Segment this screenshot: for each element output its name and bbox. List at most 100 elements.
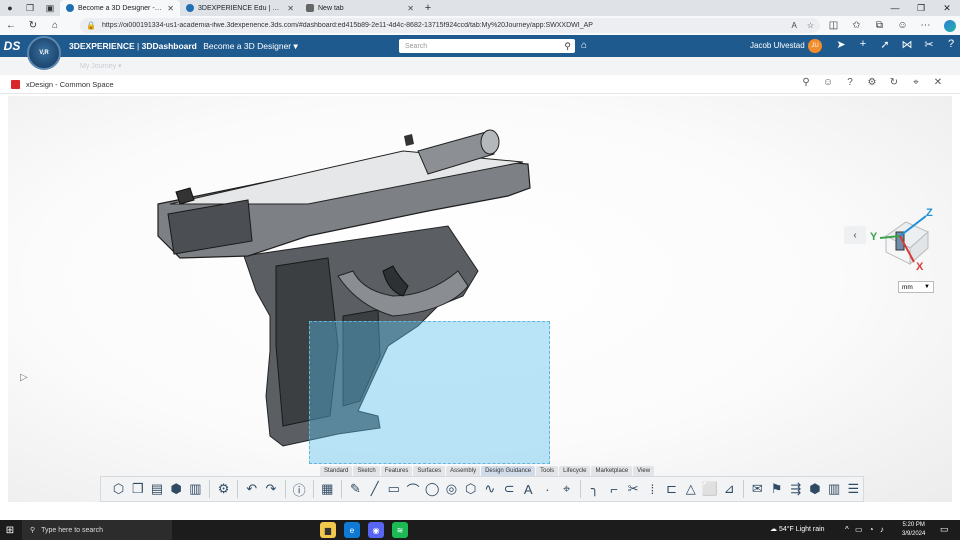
favorites-icon[interactable]: ✩ bbox=[846, 20, 867, 31]
profile-icon[interactable]: ● bbox=[0, 0, 20, 16]
comment-icon[interactable]: ✉ bbox=[748, 479, 767, 499]
arc-icon[interactable]: ⌒ bbox=[403, 479, 422, 499]
fillet-icon[interactable]: ╮ bbox=[585, 479, 604, 499]
tab-actions-icon[interactable]: ▣ bbox=[40, 0, 60, 16]
back-icon[interactable]: ← bbox=[0, 16, 22, 35]
edge-browser-icon[interactable]: e bbox=[344, 522, 360, 538]
panel-expand-icon[interactable]: ▷ bbox=[20, 372, 28, 383]
tools-icon[interactable]: ✂ bbox=[918, 38, 940, 51]
notification-icon[interactable]: ➤ bbox=[830, 38, 852, 51]
refresh-icon[interactable]: ↻ bbox=[883, 77, 905, 88]
table-icon[interactable]: ▥ bbox=[825, 479, 844, 499]
tab-assembly[interactable]: Assembly bbox=[446, 466, 481, 476]
pattern-icon[interactable]: ⁞ bbox=[643, 479, 662, 499]
ellipse-icon[interactable]: ◎ bbox=[442, 479, 461, 499]
refresh-icon[interactable]: ↻ bbox=[22, 16, 44, 35]
windows-start-icon[interactable]: ⊞ bbox=[0, 525, 20, 536]
sketch-icon[interactable]: ✎ bbox=[346, 479, 365, 499]
settings-gear-icon[interactable]: ⚙ bbox=[861, 77, 883, 88]
unit-select[interactable]: mm ▼ bbox=[898, 281, 934, 293]
redo-icon[interactable]: ↷ bbox=[261, 479, 280, 499]
add-icon[interactable]: + bbox=[852, 38, 874, 51]
network-icon[interactable]: ⋈ bbox=[896, 38, 918, 51]
more-icon[interactable]: ⋯ bbox=[915, 20, 936, 31]
dimension-icon[interactable]: ⇶ bbox=[786, 479, 805, 499]
share-icon[interactable]: ➚ bbox=[874, 38, 896, 51]
copilot-icon[interactable] bbox=[944, 19, 956, 32]
tab-marketplace[interactable]: Marketplace bbox=[591, 466, 633, 476]
new-part-icon[interactable]: ⬡ bbox=[109, 479, 128, 499]
tag-icon[interactable]: ⌂ bbox=[581, 40, 587, 51]
taskbar-search-input[interactable]: ⚲ Type here to search bbox=[22, 520, 172, 540]
lock-icon[interactable]: 🔒 bbox=[86, 21, 96, 30]
url-field[interactable]: 🔒 https://oi000191334-us1-academia-ifwe.… bbox=[80, 18, 820, 33]
part-icon[interactable]: ⬢ bbox=[805, 479, 824, 499]
browser-tab[interactable]: 3DEXPERIENCE Edu | Students ✕ bbox=[180, 0, 300, 16]
profile-menu-icon[interactable]: ☺ bbox=[892, 20, 913, 31]
search-icon[interactable]: ⚲ bbox=[564, 41, 571, 52]
spotify-icon[interactable]: ≋ bbox=[392, 522, 408, 538]
text-icon[interactable]: A bbox=[519, 479, 538, 499]
system-tray[interactable]: ^ ▭ ◔ ♪ bbox=[845, 525, 886, 534]
user-icon[interactable]: ☺ bbox=[817, 77, 839, 88]
compass-icon[interactable]: V,R bbox=[27, 36, 61, 70]
read-aloud-icon[interactable]: A bbox=[791, 21, 796, 30]
help-icon[interactable]: ? bbox=[839, 77, 861, 88]
tab-view[interactable]: View bbox=[633, 466, 655, 476]
close-icon[interactable]: ✕ bbox=[287, 4, 294, 13]
undo-icon[interactable]: ↶ bbox=[242, 479, 261, 499]
extrude-icon[interactable]: ⬜ bbox=[700, 479, 719, 499]
cut-icon[interactable]: ✂ bbox=[624, 479, 643, 499]
view-cube[interactable]: Z Y X bbox=[866, 202, 936, 272]
close-icon[interactable]: ✕ bbox=[167, 4, 174, 13]
trim-icon[interactable]: ⌖ bbox=[557, 479, 576, 499]
polygon-icon[interactable]: ⬡ bbox=[461, 479, 480, 499]
mirror-icon[interactable]: ⊿ bbox=[720, 479, 739, 499]
maximize-icon[interactable]: ❐ bbox=[908, 0, 934, 16]
browser-tab[interactable]: New tab ✕ bbox=[300, 0, 420, 16]
new-tab-button[interactable]: + bbox=[420, 2, 436, 14]
help-icon[interactable]: ? bbox=[940, 38, 960, 51]
search-icon[interactable]: ⚲ bbox=[795, 77, 817, 88]
grid-icon[interactable]: ▦ bbox=[318, 479, 337, 499]
weather-widget[interactable]: ☁ 54°F Light rain bbox=[770, 525, 825, 533]
tab-features[interactable]: Features bbox=[380, 466, 413, 476]
browser-tab-active[interactable]: Become a 3D Designer - My Jou ✕ bbox=[60, 0, 180, 16]
point-icon[interactable]: · bbox=[538, 479, 557, 499]
collections-icon[interactable]: ⧉ bbox=[869, 20, 890, 31]
minimize-icon[interactable]: — bbox=[882, 0, 908, 16]
close-window-icon[interactable]: ✕ bbox=[934, 0, 960, 16]
triangle-icon[interactable]: △ bbox=[681, 479, 700, 499]
split-screen-icon[interactable]: ◫ bbox=[823, 20, 844, 31]
pin-icon[interactable]: ⌖ bbox=[905, 77, 927, 88]
help-icon[interactable]: ⓘ bbox=[289, 479, 308, 499]
collapse-panel-button[interactable]: ‹ bbox=[844, 226, 866, 244]
measure-icon[interactable]: ⚑ bbox=[767, 479, 786, 499]
tab-surfaces[interactable]: Surfaces bbox=[413, 466, 446, 476]
close-icon[interactable]: ✕ bbox=[927, 77, 949, 88]
home-icon[interactable]: ⌂ bbox=[44, 16, 66, 35]
close-icon[interactable]: ✕ bbox=[407, 4, 414, 13]
tab-sketch[interactable]: Sketch bbox=[353, 466, 380, 476]
settings-gear-icon[interactable]: ⚙ bbox=[214, 479, 233, 499]
slot-icon[interactable]: ⊂ bbox=[499, 479, 518, 499]
selection-box[interactable] bbox=[309, 321, 550, 464]
favorite-star-icon[interactable]: ☆ bbox=[807, 21, 814, 30]
workspaces-icon[interactable]: ❐ bbox=[20, 0, 40, 16]
tab-tools[interactable]: Tools bbox=[536, 466, 559, 476]
file-explorer-icon[interactable]: ▆ bbox=[320, 522, 336, 538]
save-as-icon[interactable]: ⬢ bbox=[167, 479, 186, 499]
line-icon[interactable]: ╱ bbox=[365, 479, 384, 499]
circle-icon[interactable]: ◯ bbox=[423, 479, 442, 499]
3d-viewport[interactable]: ▷ ‹ Z Y X mm ▼ bbox=[8, 96, 952, 502]
search-input[interactable]: Search ⚲ bbox=[399, 39, 575, 53]
chamfer-icon[interactable]: ⌐ bbox=[604, 479, 623, 499]
avatar[interactable]: JU bbox=[808, 39, 822, 53]
rectangle-icon[interactable]: ▭ bbox=[384, 479, 403, 499]
discord-icon[interactable]: ◉ bbox=[368, 522, 384, 538]
offset-icon[interactable]: ⊏ bbox=[662, 479, 681, 499]
save-icon[interactable]: ▤ bbox=[147, 479, 166, 499]
properties-icon[interactable]: ▥ bbox=[186, 479, 205, 499]
clock[interactable]: 5:20 PM 3/9/2024 bbox=[902, 521, 925, 539]
journey-tab[interactable]: My Journey ▾ bbox=[80, 63, 122, 70]
